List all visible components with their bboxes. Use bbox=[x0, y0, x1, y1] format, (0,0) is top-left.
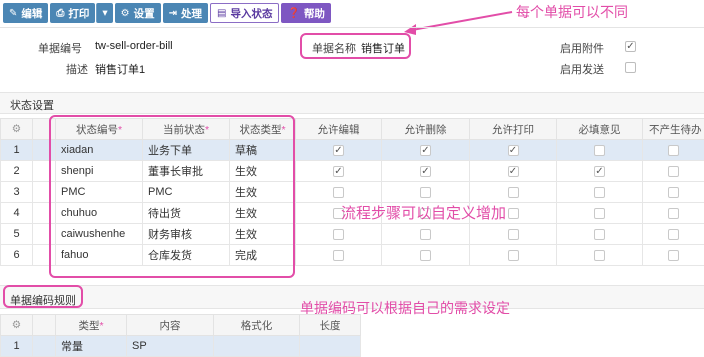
process-button[interactable]: ⇥ 处理 bbox=[163, 3, 208, 23]
row-index: 6 bbox=[1, 245, 33, 266]
desc-field[interactable]: 销售订单1 bbox=[95, 61, 145, 77]
no-todo-checkbox[interactable] bbox=[668, 229, 679, 240]
rule-table: ⚙ 类型* 内容 格式化 长度 1 常量SP bbox=[0, 314, 361, 357]
rule-column-settings-icon[interactable]: ⚙ bbox=[1, 315, 33, 336]
row-index: 3 bbox=[1, 182, 33, 203]
allow-edit-checkbox[interactable] bbox=[333, 187, 344, 198]
col-rule-type[interactable]: 类型* bbox=[56, 315, 127, 336]
col-required-opinion[interactable]: 必填意见 bbox=[557, 119, 643, 140]
no-todo-checkbox[interactable] bbox=[668, 250, 679, 261]
status-section-header: 状态设置 bbox=[0, 92, 704, 114]
allow-edit-checkbox[interactable]: ✓ bbox=[333, 166, 344, 177]
highlight-rule-title bbox=[3, 285, 83, 308]
rule-table-header: ⚙ 类型* 内容 格式化 长度 bbox=[1, 315, 361, 336]
status-section-title: 状态设置 bbox=[10, 97, 54, 113]
help-icon: ❓ bbox=[287, 8, 299, 19]
allow-print-checkbox[interactable]: ✓ bbox=[508, 145, 519, 156]
col-rule-format[interactable]: 格式化 bbox=[214, 315, 300, 336]
print-dropdown-button[interactable]: ▾ bbox=[96, 3, 112, 23]
allow-edit-checkbox[interactable]: ✓ bbox=[333, 145, 344, 156]
required-opinion-checkbox[interactable] bbox=[594, 250, 605, 261]
row-index: 1 bbox=[1, 336, 33, 357]
allow-delete-checkbox[interactable] bbox=[420, 187, 431, 198]
required-opinion-checkbox[interactable] bbox=[594, 229, 605, 240]
import-icon: ▤ bbox=[217, 8, 226, 19]
column-settings-icon[interactable]: ⚙ bbox=[1, 119, 33, 140]
allow-delete-checkbox[interactable] bbox=[420, 250, 431, 261]
row-index: 1 bbox=[1, 140, 33, 161]
row-handle bbox=[33, 336, 56, 357]
process-icon: ⇥ bbox=[169, 8, 177, 19]
highlight-status-columns bbox=[49, 115, 295, 278]
col-rule-length[interactable]: 长度 bbox=[300, 315, 361, 336]
allow-print-checkbox[interactable] bbox=[508, 250, 519, 261]
desc-label: 描述 bbox=[66, 61, 88, 77]
required-opinion-checkbox[interactable] bbox=[594, 187, 605, 198]
edit-icon: ✎ bbox=[9, 8, 17, 19]
rule-format-cell[interactable] bbox=[214, 336, 300, 357]
bill-no-label: 单据编号 bbox=[38, 40, 82, 56]
required-opinion-checkbox[interactable] bbox=[594, 145, 605, 156]
row-index: 4 bbox=[1, 203, 33, 224]
bill-form: 单据编号 tw-sell-order-bill 单据名称 销售订单 启用附件 ✓… bbox=[0, 28, 704, 84]
no-todo-checkbox[interactable] bbox=[668, 166, 679, 177]
print-button[interactable]: ⎙ 打印 bbox=[50, 3, 95, 23]
help-button[interactable]: ❓ 帮助 bbox=[281, 3, 330, 23]
required-opinion-checkbox[interactable]: ✓ bbox=[594, 166, 605, 177]
allow-print-checkbox[interactable]: ✓ bbox=[508, 166, 519, 177]
rule-length-cell[interactable] bbox=[300, 336, 361, 357]
col-no-todo[interactable]: 不产生待办 bbox=[643, 119, 704, 140]
gear-icon: ⚙ bbox=[121, 8, 130, 19]
no-todo-checkbox[interactable] bbox=[668, 208, 679, 219]
send-label: 启用发送 bbox=[560, 61, 604, 77]
allow-print-checkbox[interactable] bbox=[508, 208, 519, 219]
bill-name-field[interactable]: 销售订单 bbox=[361, 40, 405, 56]
allow-print-checkbox[interactable] bbox=[508, 229, 519, 240]
import-status-button[interactable]: ▤ 导入状态 bbox=[210, 3, 279, 23]
allow-edit-checkbox[interactable] bbox=[333, 229, 344, 240]
rule-type-cell[interactable]: 常量 bbox=[56, 336, 127, 357]
bill-name-label: 单据名称 bbox=[312, 40, 356, 56]
printer-icon: ⎙ bbox=[56, 8, 64, 19]
allow-delete-checkbox[interactable] bbox=[420, 229, 431, 240]
col-allow-print[interactable]: 允许打印 bbox=[470, 119, 557, 140]
send-checkbox[interactable] bbox=[625, 62, 636, 73]
allow-print-checkbox[interactable] bbox=[508, 187, 519, 198]
required-opinion-checkbox[interactable] bbox=[594, 208, 605, 219]
allow-delete-checkbox[interactable]: ✓ bbox=[420, 145, 431, 156]
no-todo-checkbox[interactable] bbox=[668, 145, 679, 156]
bill-no-field[interactable]: tw-sell-order-bill bbox=[95, 40, 173, 52]
attach-label: 启用附件 bbox=[560, 40, 604, 56]
row-index: 2 bbox=[1, 161, 33, 182]
col-allow-edit[interactable]: 允许编辑 bbox=[296, 119, 382, 140]
annotation-middle: 流程步骤可以自定义增加 bbox=[341, 202, 506, 223]
rule-content-cell[interactable]: SP bbox=[127, 336, 214, 357]
col-allow-delete[interactable]: 允许删除 bbox=[382, 119, 470, 140]
settings-button[interactable]: ⚙ 设置 bbox=[115, 3, 161, 23]
edit-button[interactable]: ✎ 编辑 bbox=[3, 3, 48, 23]
no-todo-checkbox[interactable] bbox=[668, 187, 679, 198]
row-index: 5 bbox=[1, 224, 33, 245]
col-rule-content[interactable]: 内容 bbox=[127, 315, 214, 336]
allow-edit-checkbox[interactable] bbox=[333, 250, 344, 261]
annotation-top: 每个单据可以不同 bbox=[516, 2, 628, 22]
attach-checkbox[interactable]: ✓ bbox=[625, 41, 636, 52]
table-row[interactable]: 1 常量SP bbox=[1, 336, 361, 357]
allow-delete-checkbox[interactable]: ✓ bbox=[420, 166, 431, 177]
caret-down-icon: ▾ bbox=[102, 7, 107, 19]
